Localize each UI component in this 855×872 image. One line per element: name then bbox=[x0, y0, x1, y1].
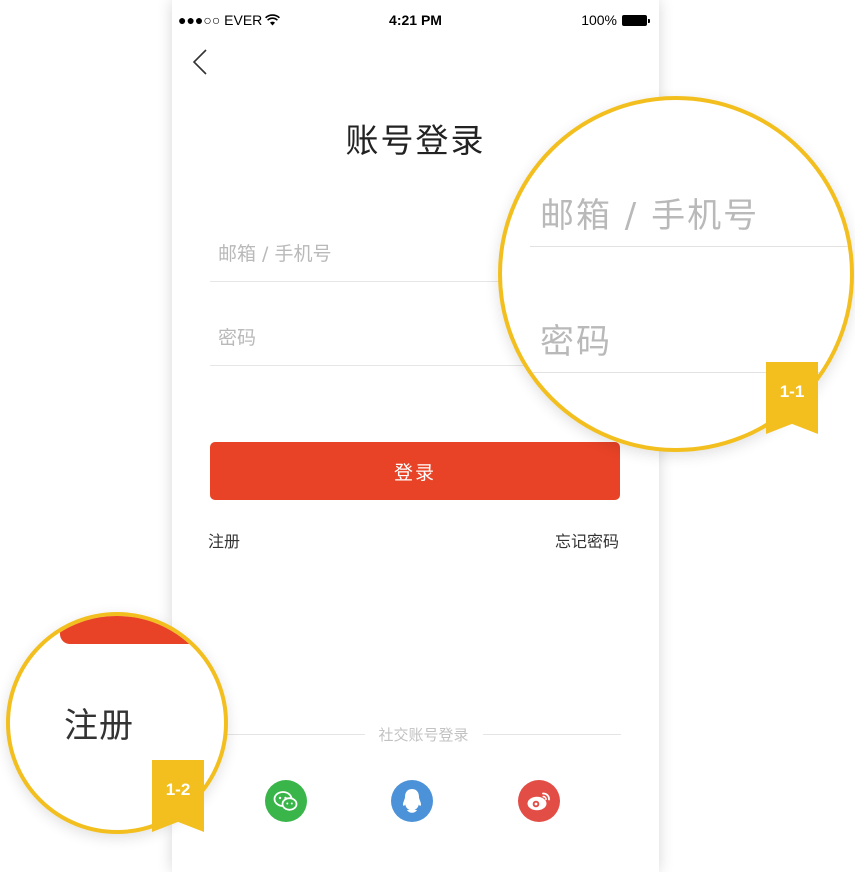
forgot-password-link[interactable]: 忘记密码 bbox=[555, 528, 619, 552]
divider-line-left bbox=[226, 734, 365, 735]
weibo-icon bbox=[527, 792, 550, 811]
zoomed-register-text: 注册 bbox=[64, 706, 134, 746]
login-button[interactable]: 登录 bbox=[210, 442, 620, 500]
callout-badge-2: 1-2 bbox=[152, 760, 204, 832]
divider-line-right bbox=[482, 734, 622, 735]
callout-badge-1: 1-1 bbox=[766, 362, 818, 434]
wechat-icon bbox=[273, 791, 298, 811]
status-bar: ●●●○○ EVER 4:21 PM 100% bbox=[172, 8, 659, 32]
battery-status: 100% bbox=[581, 12, 650, 28]
zoomed-login-button-edge bbox=[60, 616, 224, 644]
social-login-label: 社交账号登录 bbox=[378, 726, 469, 744]
wechat-login-button[interactable] bbox=[265, 780, 307, 822]
qq-login-button[interactable] bbox=[391, 780, 433, 822]
battery-percentage: 100% bbox=[581, 12, 617, 28]
zoomed-password-placeholder: 密码 bbox=[540, 322, 612, 362]
social-login-divider: 社交账号登录 bbox=[226, 724, 622, 745]
battery-icon bbox=[622, 14, 650, 26]
register-link[interactable]: 注册 bbox=[208, 528, 240, 552]
qq-icon bbox=[402, 789, 422, 813]
chevron-left-icon bbox=[192, 49, 207, 75]
back-button[interactable] bbox=[188, 46, 216, 78]
weibo-login-button[interactable] bbox=[518, 780, 560, 822]
zoomed-divider-1 bbox=[530, 246, 850, 247]
zoomed-email-placeholder: 邮箱 / 手机号 bbox=[540, 196, 760, 236]
